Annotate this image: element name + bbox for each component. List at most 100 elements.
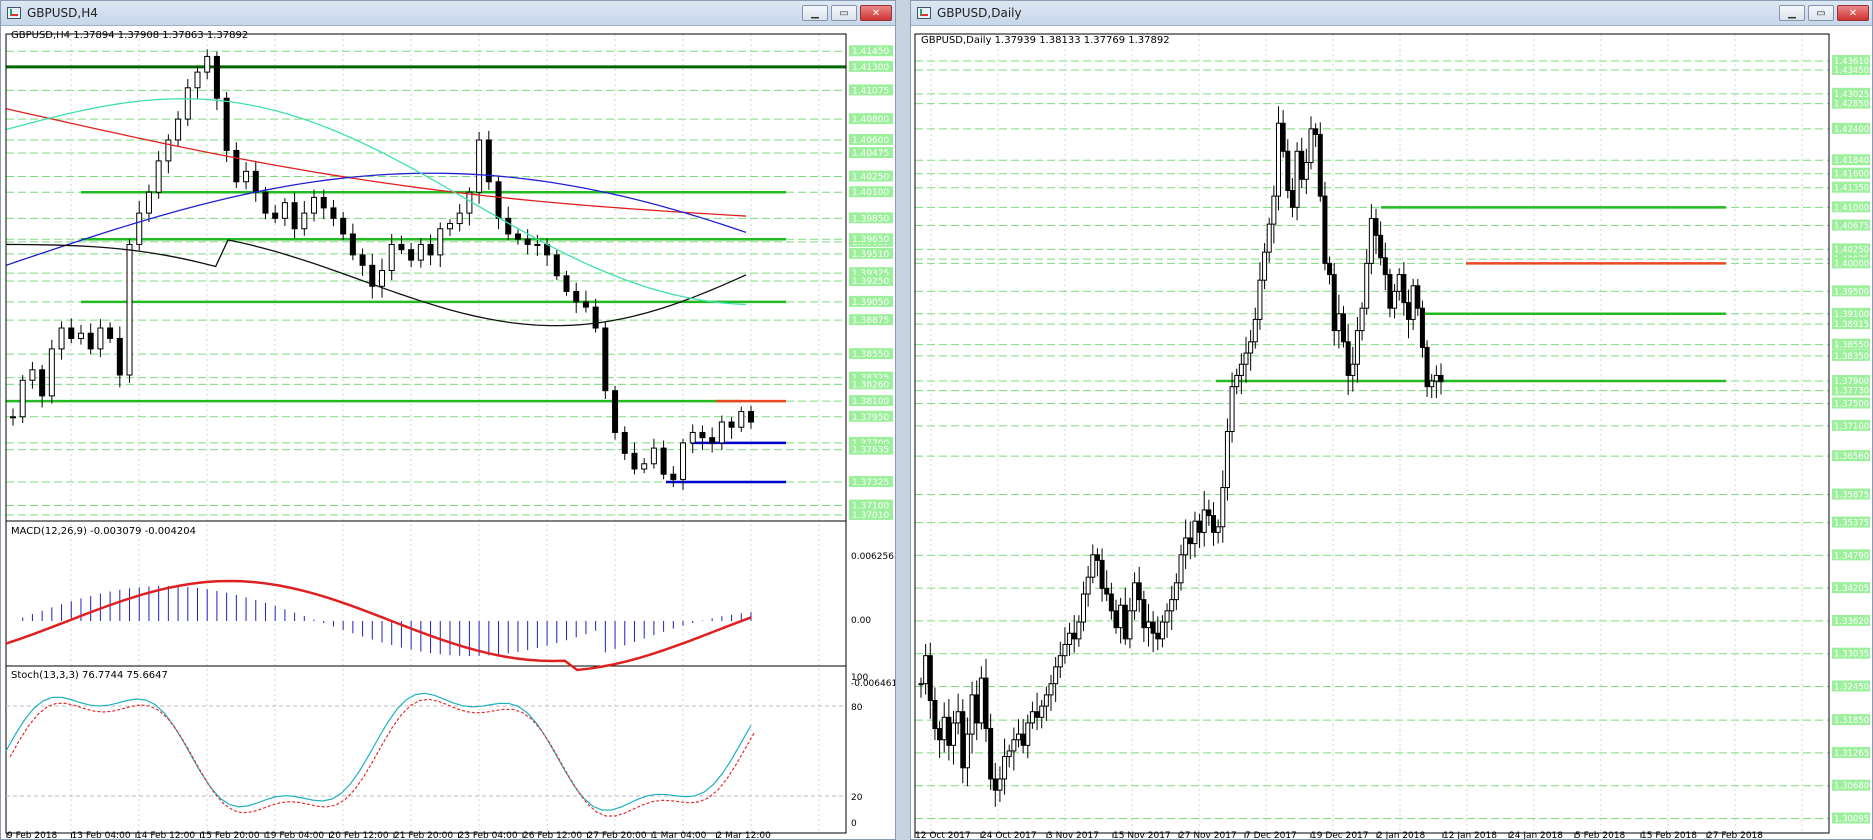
candle-body <box>1303 161 1309 180</box>
candle-body <box>612 390 619 433</box>
minimize-button[interactable]: ▁ <box>1779 5 1805 21</box>
price-label: 1.38100 <box>852 397 889 407</box>
candle-body <box>1192 520 1198 545</box>
macd-scale-label: 0.00 <box>851 616 871 626</box>
price-label: 1.39510 <box>852 250 889 260</box>
candle-body <box>476 139 483 193</box>
price-label: 1.41000 <box>1834 203 1869 213</box>
candle-body <box>1382 257 1388 276</box>
candle-body <box>1299 150 1305 180</box>
candle-body <box>1094 554 1100 561</box>
candle-body <box>1076 621 1082 640</box>
time-label: 1 Mar 04:00 <box>652 831 707 839</box>
candle-body <box>1317 133 1323 197</box>
price-label: 1.40675 <box>1834 222 1869 232</box>
candle-body <box>1373 218 1379 236</box>
candle-body <box>553 254 560 277</box>
daily-chart-window[interactable]: GBPUSD,Daily ▁ ▭ ✕ 1.43610 1.43450 1.43025… <box>910 0 1873 840</box>
candle-body <box>738 411 745 428</box>
candle-body <box>437 228 444 256</box>
candle-body <box>946 716 952 746</box>
candle-body <box>1433 374 1439 382</box>
price-label: 1.30680 <box>1834 782 1869 792</box>
candle-body <box>641 463 648 470</box>
moving-average-aqua <box>5 98 747 306</box>
candle-body <box>1183 537 1189 556</box>
close-button[interactable]: ✕ <box>860 5 892 21</box>
candle-body <box>1164 610 1170 623</box>
macd-label: MACD(12,26,9) -0.003079 -0.004204 <box>11 526 196 537</box>
price-label: 1.42850 <box>1834 100 1869 110</box>
candle-body <box>1350 363 1356 376</box>
time-label: 14 Feb 12:00 <box>136 831 195 839</box>
time-label: 23 Feb 04:00 <box>459 831 518 839</box>
time-label: 15 Nov 2017 <box>1113 831 1171 839</box>
candle-body <box>1034 711 1040 718</box>
stoch-scale-label: 20 <box>851 793 863 803</box>
candle-body <box>1187 537 1193 545</box>
candle-body <box>718 421 725 444</box>
candle-body <box>252 170 259 193</box>
candle-body <box>77 332 84 339</box>
candle-body <box>1336 313 1342 332</box>
candle-body <box>446 223 453 230</box>
chart-window-icon <box>917 7 931 19</box>
candle-body <box>1289 190 1295 208</box>
candle-body <box>417 243 424 261</box>
price-label: 1.38550 <box>1834 341 1869 351</box>
candle-body <box>974 694 980 724</box>
candle-body <box>582 301 589 308</box>
maximize-button[interactable]: ▭ <box>831 5 857 21</box>
candle-body <box>1048 683 1054 696</box>
macd-signal-line <box>5 579 752 672</box>
h4-titlebar[interactable]: GBPUSD,H4 ▁ ▭ ✕ <box>1 1 895 26</box>
price-label: 1.41300 <box>852 63 889 73</box>
time-label: 21 Feb 20:00 <box>394 831 453 839</box>
price-label: 1.40475 <box>852 149 889 159</box>
candle-body <box>1419 307 1425 348</box>
candle-body <box>1401 274 1407 304</box>
candle-body <box>1020 733 1026 746</box>
candle-body <box>1345 341 1351 376</box>
price-label: 1.39650 <box>852 235 889 245</box>
h4-chart-window[interactable]: GBPUSD,H4 ▁ ▭ ✕ 1.41450 1.41300 1.41075 1.4… <box>0 0 896 840</box>
candle-body <box>1364 262 1370 309</box>
price-label: 1.32450 <box>1834 682 1869 692</box>
candle-body <box>1155 632 1161 640</box>
candle-body <box>1090 554 1096 578</box>
candle-body <box>48 348 55 397</box>
price-label: 1.38350 <box>1834 352 1869 362</box>
price-label: 1.41450 <box>852 47 889 57</box>
maximize-button[interactable]: ▭ <box>1808 5 1834 21</box>
time-label: 5 Feb 2018 <box>1575 831 1626 839</box>
h4-chart-canvas[interactable]: 1.41450 1.41300 1.41075 1.40800 1.40600 1.404… <box>1 26 895 839</box>
candle-body <box>1327 262 1333 276</box>
candle-body <box>243 170 250 183</box>
price-label: 1.37950 <box>852 413 889 423</box>
price-label: 1.41840 <box>1834 156 1869 166</box>
candle-body <box>960 711 966 769</box>
close-button[interactable]: ✕ <box>1837 5 1869 21</box>
candle-body <box>1252 318 1258 343</box>
candle-body <box>1410 285 1416 320</box>
time-label: 2 Jan 2018 <box>1377 831 1425 839</box>
candle-body <box>359 254 366 266</box>
candle-body <box>427 243 434 256</box>
moving-average-red <box>5 108 747 217</box>
price-label: 1.34790 <box>1834 551 1869 561</box>
candle-body <box>969 694 975 735</box>
time-label: 27 Nov 2017 <box>1179 831 1237 839</box>
minimize-button[interactable]: ▁ <box>802 5 828 21</box>
candle-body <box>1322 195 1328 264</box>
daily-titlebar[interactable]: GBPUSD,Daily ▁ ▭ ✕ <box>911 1 1872 26</box>
price-label: 1.37100 <box>1834 422 1869 432</box>
candle-body <box>680 442 687 480</box>
time-label: 19 Dec 2017 <box>1311 831 1369 839</box>
candle-body <box>1113 610 1119 629</box>
daily-chart-canvas[interactable]: 1.436101.434501.430251.428501.424001.418… <box>911 26 1872 839</box>
candle-body <box>1392 290 1398 309</box>
candle-body <box>116 337 123 376</box>
candle-body <box>126 243 133 376</box>
price-label: 1.36560 <box>1834 452 1869 462</box>
candle-body <box>233 149 240 183</box>
